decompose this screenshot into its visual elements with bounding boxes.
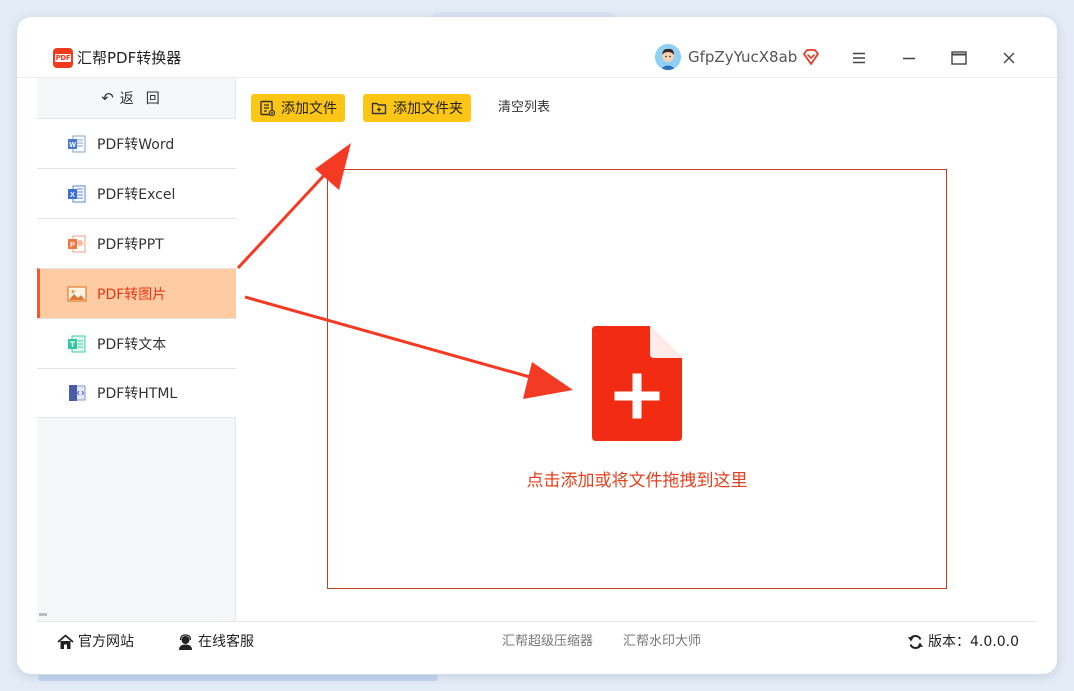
title-bar[interactable]: PDF 汇帮PDF转换器 GfpZyYucX8ab [17,17,1057,77]
refresh-icon [908,635,923,649]
desktop-scrollbar [38,675,438,681]
app-window: PDF 汇帮PDF转换器 GfpZyYucX8ab ↶ 返回 W PDF转Wor… [17,17,1057,674]
back-arrow-icon: ↶ [101,89,114,107]
app-logo-icon: PDF [53,48,73,68]
version-label: 版本：4.0.0.0 [928,634,1019,650]
add-file-large-icon[interactable] [592,326,682,441]
version-info: 版本：4.0.0.0 [907,633,1019,651]
resize-grip[interactable] [39,613,47,616]
sidebar: ↶ 返回 W PDF转Word X PDF转Excel P PDF转PPT PD… [37,78,236,621]
drop-zone-hint: 点击添加或将文件拖拽到这里 [526,471,748,491]
svg-text:P: P [70,242,75,249]
clear-list-button[interactable]: 清空列表 [498,99,550,117]
app-title: 汇帮PDF转换器 [77,49,182,67]
support-agent-icon [179,634,192,650]
word-icon: W [68,135,86,152]
image-icon [67,285,87,302]
sidebar-item-pdf-to-text[interactable]: PDF转文本 [37,318,236,368]
online-support-label: 在线客服 [198,634,254,650]
hamburger-icon[interactable] [848,47,870,69]
sidebar-item-label: PDF转Excel [97,186,176,203]
username[interactable]: GfpZyYucX8ab [688,47,797,67]
html-icon [69,385,86,401]
add-folder-label: 添加文件夹 [393,101,463,117]
home-icon [57,634,74,649]
watermark-link[interactable]: 汇帮水印大师 [623,633,701,651]
add-folder-button[interactable]: 添加文件夹 [363,94,471,122]
official-website-link[interactable]: 官方网站 [57,633,134,651]
ppt-icon: P [68,235,86,252]
sidebar-item-pdf-to-image[interactable]: PDF转图片 [37,268,236,318]
minimize-icon[interactable] [898,47,920,69]
sidebar-item-pdf-to-word[interactable]: W PDF转Word [37,118,236,168]
add-folder-icon [371,102,387,115]
sidebar-item-pdf-to-excel[interactable]: X PDF转Excel [37,168,236,218]
sidebar-item-pdf-to-html[interactable]: PDF转HTML [37,368,236,418]
sidebar-item-label: PDF转文本 [97,336,167,353]
add-file-label: 添加文件 [281,101,337,117]
user-avatar[interactable] [655,44,681,70]
conversion-menu: W PDF转Word X PDF转Excel P PDF转PPT PDF转图片 … [37,118,236,418]
close-icon[interactable] [998,47,1020,69]
maximize-icon[interactable] [948,47,970,69]
svg-text:X: X [70,192,75,199]
excel-icon: X [68,185,86,202]
back-button[interactable]: ↶ 返回 [37,78,236,118]
back-label: 返回 [119,91,172,107]
online-support-link[interactable]: 在线客服 [177,633,254,651]
sidebar-item-label: PDF转图片 [97,286,167,303]
official-website-label: 官方网站 [78,634,134,650]
compressor-link[interactable]: 汇帮超级压缩器 [502,633,593,651]
sidebar-item-label: PDF转HTML [97,386,178,402]
sidebar-item-label: PDF转PPT [97,236,164,253]
footer-bar: 官方网站 在线客服 汇帮超级压缩器 汇帮水印大师 版本：4.0.0.0 [37,621,1037,661]
file-drop-zone[interactable]: 点击添加或将文件拖拽到这里 [327,169,947,589]
add-file-icon [260,100,275,116]
svg-text:W: W [69,142,76,149]
sidebar-item-label: PDF转Word [97,136,175,153]
vip-diamond-icon[interactable] [802,48,820,66]
add-file-button[interactable]: 添加文件 [251,94,345,122]
text-icon [68,335,86,352]
sidebar-item-pdf-to-ppt[interactable]: P PDF转PPT [37,218,236,268]
